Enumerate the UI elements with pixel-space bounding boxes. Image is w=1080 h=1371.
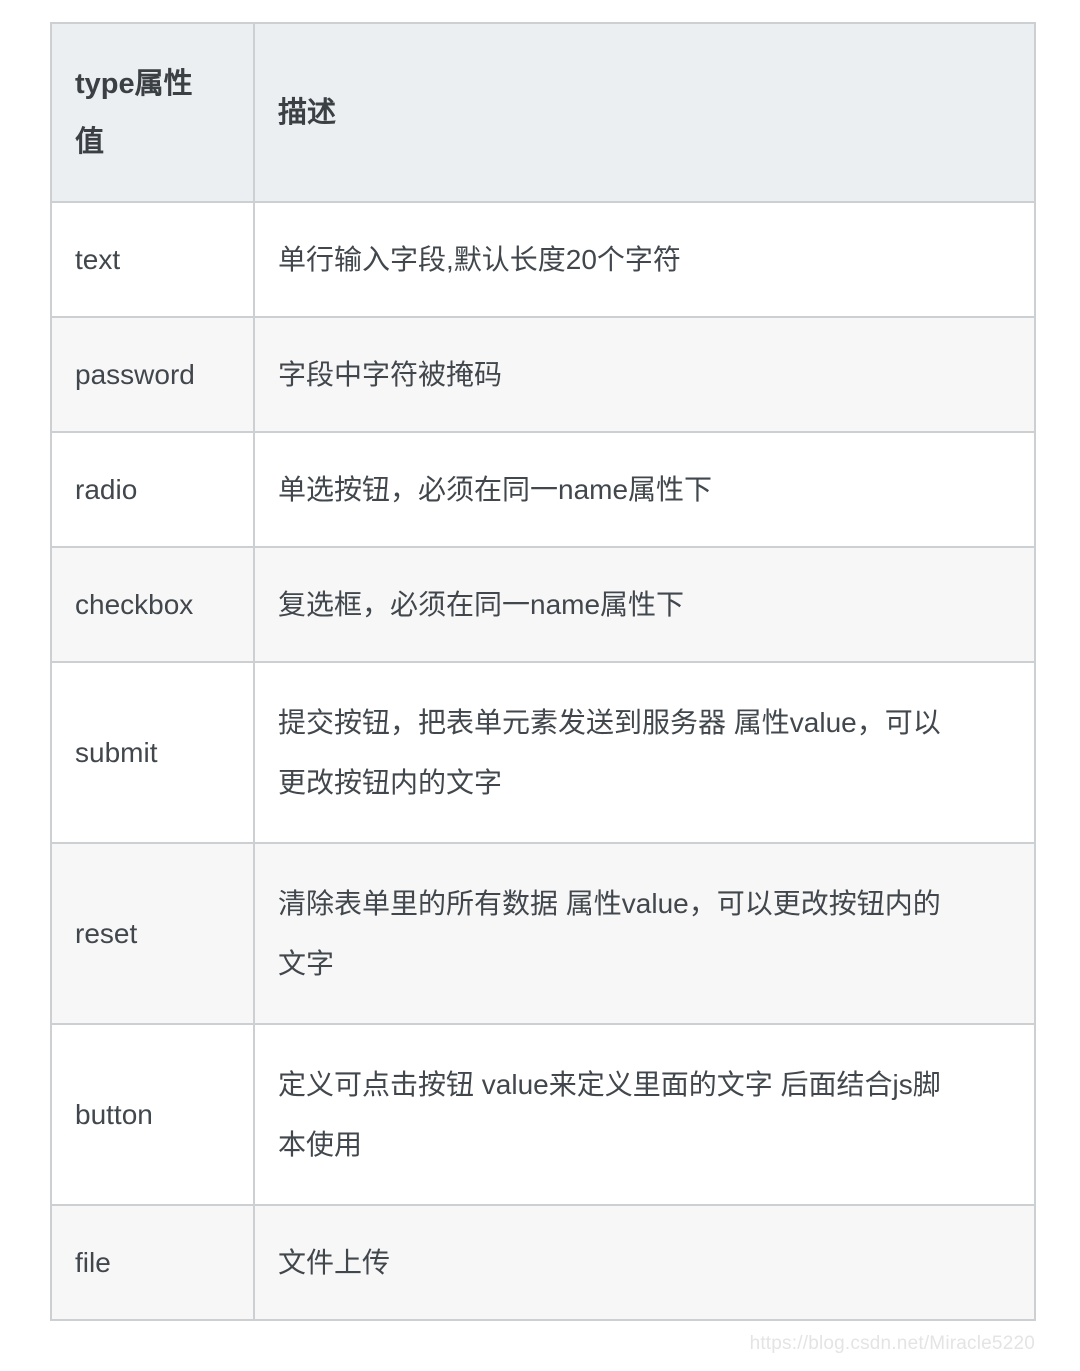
- table-row: button 定义可点击按钮 value来定义里面的文字 后面结合js脚本使用: [50, 1023, 1036, 1206]
- table-row: text 单行输入字段,默认长度20个字符: [50, 201, 1036, 318]
- cell-type-button: button: [50, 1023, 255, 1206]
- table-container: type属性值 描述 text 单行输入字段,默认长度20个字符 passwor…: [50, 22, 1036, 1321]
- table-header-row: type属性值 描述: [50, 22, 1036, 203]
- cell-description-value: 清除表单里的所有数据 属性value，可以更改按钮内的文字: [278, 887, 941, 979]
- table-row: password 字段中字符被掩码: [50, 316, 1036, 433]
- column-header-type: type属性值: [50, 22, 255, 203]
- cell-description-password: 字段中字符被掩码: [253, 316, 1036, 433]
- cell-type-text: text: [50, 201, 255, 318]
- watermark: https://blog.csdn.net/Miracle5220: [749, 1333, 1035, 1354]
- cell-description-value: 文件上传: [278, 1246, 391, 1278]
- cell-type-file: file: [50, 1204, 255, 1321]
- table-row: file 文件上传: [50, 1204, 1036, 1321]
- table-header: type属性值 描述: [50, 22, 1036, 203]
- table-body: text 单行输入字段,默认长度20个字符 password 字段中字符被掩码 …: [50, 201, 1036, 1321]
- cell-description-value: 单选按钮，必须在同一name属性下: [278, 473, 713, 505]
- column-header-description: 描述: [253, 22, 1036, 203]
- table-row: radio 单选按钮，必须在同一name属性下: [50, 431, 1036, 548]
- cell-type-reset: reset: [50, 842, 255, 1025]
- cell-description-value: 定义可点击按钮 value来定义里面的文字 后面结合js脚本使用: [278, 1068, 941, 1160]
- cell-description-value: 字段中字符被掩码: [278, 358, 503, 390]
- cell-type-radio: radio: [50, 431, 255, 548]
- cell-type-checkbox: checkbox: [50, 546, 255, 663]
- table-row: checkbox 复选框，必须在同一name属性下: [50, 546, 1036, 663]
- column-header-type-label: type属性值: [75, 67, 193, 158]
- cell-description-button: 定义可点击按钮 value来定义里面的文字 后面结合js脚本使用: [253, 1023, 1036, 1206]
- cell-description-checkbox: 复选框，必须在同一name属性下: [253, 546, 1036, 663]
- cell-description-reset: 清除表单里的所有数据 属性value，可以更改按钮内的文字: [253, 842, 1036, 1025]
- column-header-description-label: 描述: [278, 96, 337, 129]
- cell-description-file: 文件上传: [253, 1204, 1036, 1321]
- cell-description-value: 单行输入字段,默认长度20个字符: [278, 243, 681, 275]
- cell-description-radio: 单选按钮，必须在同一name属性下: [253, 431, 1036, 548]
- cell-type-password: password: [50, 316, 255, 433]
- table-row: reset 清除表单里的所有数据 属性value，可以更改按钮内的文字: [50, 842, 1036, 1025]
- cell-description-value: 提交按钮，把表单元素发送到服务器 属性value，可以更改按钮内的文字: [278, 706, 941, 798]
- cell-description-value: 复选框，必须在同一name属性下: [278, 588, 685, 620]
- input-type-table: type属性值 描述 text 单行输入字段,默认长度20个字符 passwor…: [50, 22, 1036, 1321]
- cell-type-submit: submit: [50, 661, 255, 844]
- table-row: submit 提交按钮，把表单元素发送到服务器 属性value，可以更改按钮内的…: [50, 661, 1036, 844]
- page-root: type属性值 描述 text 单行输入字段,默认长度20个字符 passwor…: [0, 0, 1080, 1371]
- cell-description-submit: 提交按钮，把表单元素发送到服务器 属性value，可以更改按钮内的文字: [253, 661, 1036, 844]
- cell-description-text: 单行输入字段,默认长度20个字符: [253, 201, 1036, 318]
